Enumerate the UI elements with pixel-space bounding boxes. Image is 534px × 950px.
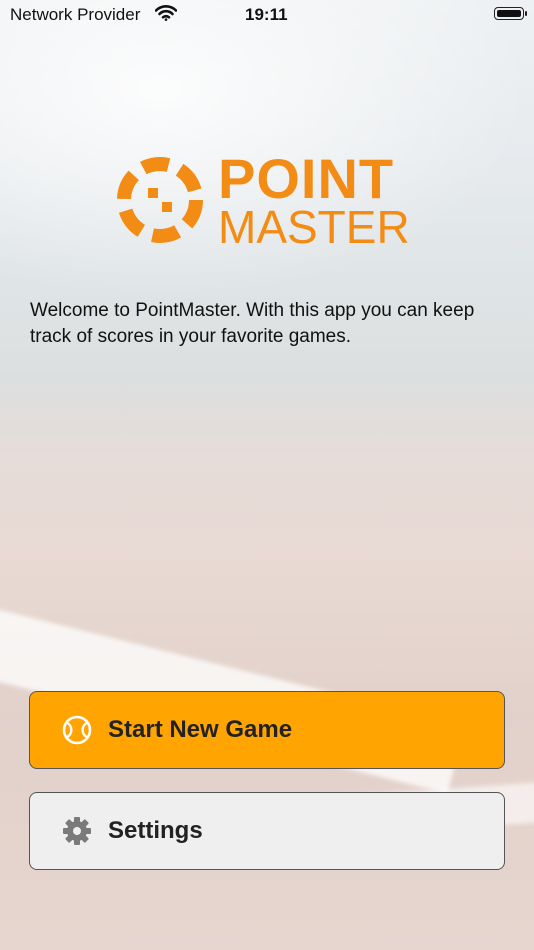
logo-word-master: MASTER: [218, 201, 410, 253]
wifi-icon: [154, 5, 178, 26]
app-logo: POINT MASTER: [112, 147, 432, 253]
settings-label: Settings: [108, 817, 203, 844]
tennis-ball-icon: [60, 713, 94, 747]
battery-icon: [494, 7, 527, 20]
welcome-text: Welcome to PointMaster. With this app yo…: [30, 300, 475, 347]
gear-icon: [60, 814, 94, 848]
settings-button[interactable]: Settings: [29, 792, 505, 870]
carrier-name: Network Provider: [10, 5, 141, 24]
start-new-game-button[interactable]: Start New Game: [29, 691, 505, 769]
clock: 19:11: [245, 5, 288, 24]
start-new-game-label: Start New Game: [108, 716, 293, 743]
logo-mark-icon: [117, 157, 203, 243]
status-bar: Network Provider 19:11: [0, 0, 534, 30]
